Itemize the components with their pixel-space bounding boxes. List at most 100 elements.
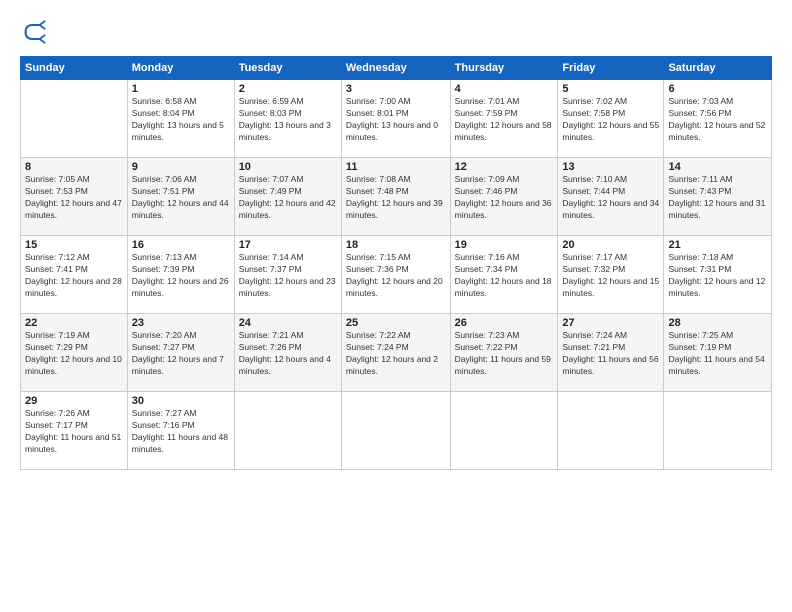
calendar-day-header: Friday <box>558 57 664 80</box>
day-number: 26 <box>455 317 554 329</box>
day-number: 10 <box>239 161 337 173</box>
day-number: 29 <box>25 395 123 407</box>
calendar-body: 1Sunrise: 6:58 AMSunset: 8:04 PMDaylight… <box>21 80 772 470</box>
calendar-day-cell: 6Sunrise: 7:03 AMSunset: 7:56 PMDaylight… <box>664 80 772 158</box>
logo-icon <box>20 18 48 46</box>
day-info: Sunrise: 7:17 AMSunset: 7:32 PMDaylight:… <box>562 252 659 300</box>
day-info: Sunrise: 6:59 AMSunset: 8:03 PMDaylight:… <box>239 96 337 144</box>
calendar-day-cell: 4Sunrise: 7:01 AMSunset: 7:59 PMDaylight… <box>450 80 558 158</box>
calendar-day-cell: 18Sunrise: 7:15 AMSunset: 7:36 PMDayligh… <box>341 236 450 314</box>
day-number: 1 <box>132 83 230 95</box>
day-number: 28 <box>668 317 767 329</box>
calendar-day-cell <box>234 392 341 470</box>
day-number: 9 <box>132 161 230 173</box>
calendar-day-cell: 10Sunrise: 7:07 AMSunset: 7:49 PMDayligh… <box>234 158 341 236</box>
calendar-week-row: 8Sunrise: 7:05 AMSunset: 7:53 PMDaylight… <box>21 158 772 236</box>
calendar-day-header: Sunday <box>21 57 128 80</box>
calendar-day-cell: 8Sunrise: 7:05 AMSunset: 7:53 PMDaylight… <box>21 158 128 236</box>
calendar-week-row: 22Sunrise: 7:19 AMSunset: 7:29 PMDayligh… <box>21 314 772 392</box>
day-number: 5 <box>562 83 659 95</box>
calendar-day-cell: 29Sunrise: 7:26 AMSunset: 7:17 PMDayligh… <box>21 392 128 470</box>
calendar-week-row: 1Sunrise: 6:58 AMSunset: 8:04 PMDaylight… <box>21 80 772 158</box>
logo <box>20 18 52 46</box>
day-info: Sunrise: 7:06 AMSunset: 7:51 PMDaylight:… <box>132 174 230 222</box>
calendar-day-cell: 14Sunrise: 7:11 AMSunset: 7:43 PMDayligh… <box>664 158 772 236</box>
day-number: 27 <box>562 317 659 329</box>
day-info: Sunrise: 7:15 AMSunset: 7:36 PMDaylight:… <box>346 252 446 300</box>
calendar-day-header: Thursday <box>450 57 558 80</box>
day-number: 25 <box>346 317 446 329</box>
calendar-week-row: 29Sunrise: 7:26 AMSunset: 7:17 PMDayligh… <box>21 392 772 470</box>
day-info: Sunrise: 7:14 AMSunset: 7:37 PMDaylight:… <box>239 252 337 300</box>
calendar-day-header: Wednesday <box>341 57 450 80</box>
calendar-day-cell: 24Sunrise: 7:21 AMSunset: 7:26 PMDayligh… <box>234 314 341 392</box>
day-number: 30 <box>132 395 230 407</box>
calendar-day-cell <box>558 392 664 470</box>
day-info: Sunrise: 7:24 AMSunset: 7:21 PMDaylight:… <box>562 330 659 378</box>
day-number: 4 <box>455 83 554 95</box>
calendar-day-cell: 9Sunrise: 7:06 AMSunset: 7:51 PMDaylight… <box>127 158 234 236</box>
calendar-day-cell <box>21 80 128 158</box>
calendar-day-cell: 13Sunrise: 7:10 AMSunset: 7:44 PMDayligh… <box>558 158 664 236</box>
calendar-day-cell: 23Sunrise: 7:20 AMSunset: 7:27 PMDayligh… <box>127 314 234 392</box>
day-number: 23 <box>132 317 230 329</box>
calendar-day-header: Monday <box>127 57 234 80</box>
day-number: 19 <box>455 239 554 251</box>
day-number: 6 <box>668 83 767 95</box>
day-number: 13 <box>562 161 659 173</box>
calendar-day-cell: 16Sunrise: 7:13 AMSunset: 7:39 PMDayligh… <box>127 236 234 314</box>
calendar-day-cell: 11Sunrise: 7:08 AMSunset: 7:48 PMDayligh… <box>341 158 450 236</box>
page-header <box>20 18 772 46</box>
day-info: Sunrise: 7:21 AMSunset: 7:26 PMDaylight:… <box>239 330 337 378</box>
calendar-day-cell: 1Sunrise: 6:58 AMSunset: 8:04 PMDaylight… <box>127 80 234 158</box>
day-info: Sunrise: 7:10 AMSunset: 7:44 PMDaylight:… <box>562 174 659 222</box>
day-number: 15 <box>25 239 123 251</box>
day-info: Sunrise: 7:22 AMSunset: 7:24 PMDaylight:… <box>346 330 446 378</box>
calendar-day-cell: 25Sunrise: 7:22 AMSunset: 7:24 PMDayligh… <box>341 314 450 392</box>
calendar-day-cell: 28Sunrise: 7:25 AMSunset: 7:19 PMDayligh… <box>664 314 772 392</box>
calendar-day-cell: 5Sunrise: 7:02 AMSunset: 7:58 PMDaylight… <box>558 80 664 158</box>
calendar-day-cell: 22Sunrise: 7:19 AMSunset: 7:29 PMDayligh… <box>21 314 128 392</box>
day-number: 12 <box>455 161 554 173</box>
calendar-table: SundayMondayTuesdayWednesdayThursdayFrid… <box>20 56 772 470</box>
day-number: 20 <box>562 239 659 251</box>
day-number: 22 <box>25 317 123 329</box>
day-info: Sunrise: 7:03 AMSunset: 7:56 PMDaylight:… <box>668 96 767 144</box>
calendar-day-cell: 17Sunrise: 7:14 AMSunset: 7:37 PMDayligh… <box>234 236 341 314</box>
day-number: 16 <box>132 239 230 251</box>
day-info: Sunrise: 7:09 AMSunset: 7:46 PMDaylight:… <box>455 174 554 222</box>
day-info: Sunrise: 6:58 AMSunset: 8:04 PMDaylight:… <box>132 96 230 144</box>
day-number: 2 <box>239 83 337 95</box>
calendar-day-cell: 12Sunrise: 7:09 AMSunset: 7:46 PMDayligh… <box>450 158 558 236</box>
calendar-day-cell <box>450 392 558 470</box>
calendar-day-cell: 3Sunrise: 7:00 AMSunset: 8:01 PMDaylight… <box>341 80 450 158</box>
calendar-day-header: Tuesday <box>234 57 341 80</box>
day-number: 21 <box>668 239 767 251</box>
day-info: Sunrise: 7:00 AMSunset: 8:01 PMDaylight:… <box>346 96 446 144</box>
day-info: Sunrise: 7:23 AMSunset: 7:22 PMDaylight:… <box>455 330 554 378</box>
day-info: Sunrise: 7:01 AMSunset: 7:59 PMDaylight:… <box>455 96 554 144</box>
day-info: Sunrise: 7:11 AMSunset: 7:43 PMDaylight:… <box>668 174 767 222</box>
calendar-day-cell: 27Sunrise: 7:24 AMSunset: 7:21 PMDayligh… <box>558 314 664 392</box>
day-number: 24 <box>239 317 337 329</box>
day-info: Sunrise: 7:07 AMSunset: 7:49 PMDaylight:… <box>239 174 337 222</box>
day-number: 18 <box>346 239 446 251</box>
calendar-day-cell <box>664 392 772 470</box>
calendar-day-cell: 26Sunrise: 7:23 AMSunset: 7:22 PMDayligh… <box>450 314 558 392</box>
day-info: Sunrise: 7:18 AMSunset: 7:31 PMDaylight:… <box>668 252 767 300</box>
day-number: 11 <box>346 161 446 173</box>
day-info: Sunrise: 7:27 AMSunset: 7:16 PMDaylight:… <box>132 408 230 456</box>
calendar-day-cell: 21Sunrise: 7:18 AMSunset: 7:31 PMDayligh… <box>664 236 772 314</box>
calendar-day-header: Saturday <box>664 57 772 80</box>
calendar-day-cell: 2Sunrise: 6:59 AMSunset: 8:03 PMDaylight… <box>234 80 341 158</box>
day-number: 3 <box>346 83 446 95</box>
calendar-day-cell: 30Sunrise: 7:27 AMSunset: 7:16 PMDayligh… <box>127 392 234 470</box>
calendar-header-row: SundayMondayTuesdayWednesdayThursdayFrid… <box>21 57 772 80</box>
day-info: Sunrise: 7:16 AMSunset: 7:34 PMDaylight:… <box>455 252 554 300</box>
day-info: Sunrise: 7:08 AMSunset: 7:48 PMDaylight:… <box>346 174 446 222</box>
day-info: Sunrise: 7:25 AMSunset: 7:19 PMDaylight:… <box>668 330 767 378</box>
day-info: Sunrise: 7:05 AMSunset: 7:53 PMDaylight:… <box>25 174 123 222</box>
day-number: 14 <box>668 161 767 173</box>
calendar-day-cell: 19Sunrise: 7:16 AMSunset: 7:34 PMDayligh… <box>450 236 558 314</box>
day-info: Sunrise: 7:12 AMSunset: 7:41 PMDaylight:… <box>25 252 123 300</box>
